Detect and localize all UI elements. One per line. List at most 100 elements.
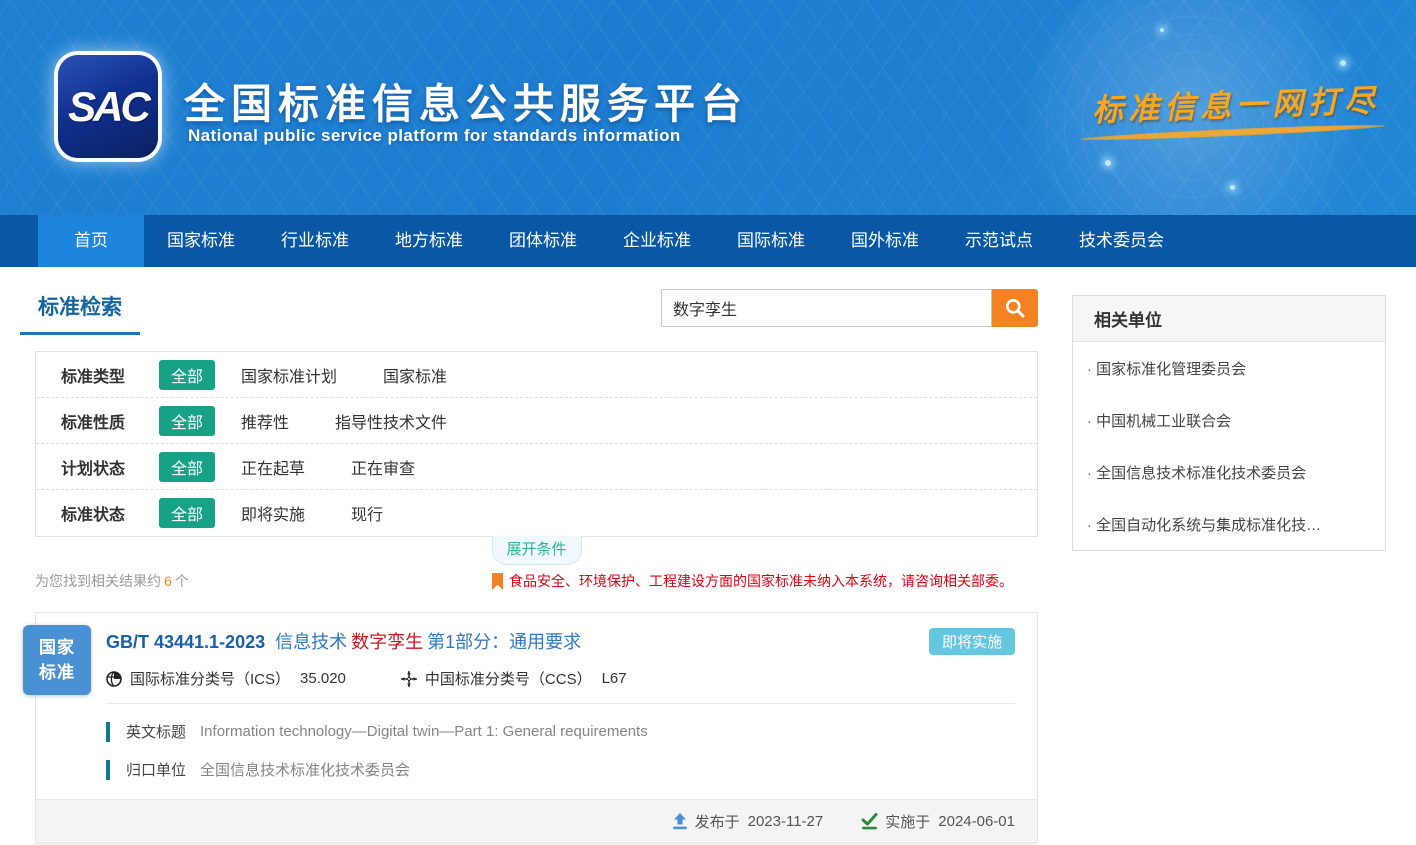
nav-technical-committee[interactable]: 技术委员会 bbox=[1056, 215, 1187, 267]
search-input[interactable] bbox=[661, 289, 992, 327]
sac-logo-text: SAC bbox=[68, 83, 148, 131]
standard-code-link[interactable]: GB/T 43441.1-2023 bbox=[106, 632, 265, 652]
system-notice: 食品安全、环境保护、工程建设方面的国家标准未纳入本系统，请咨询相关部委。 bbox=[492, 571, 1013, 591]
filter-label: 标准性质 bbox=[61, 409, 159, 433]
result-count-prefix: 为您找到相关结果约 bbox=[35, 573, 161, 589]
deco-dot bbox=[1105, 160, 1111, 166]
filter-option[interactable]: 国家标准 bbox=[383, 363, 447, 387]
filter-label: 计划状态 bbox=[61, 455, 159, 479]
filter-label: 标准类型 bbox=[61, 363, 159, 387]
sac-logo[interactable]: SAC bbox=[58, 55, 158, 158]
implement-date: 2024-06-01 bbox=[938, 813, 1015, 830]
filter-option[interactable]: 国家标准计划 bbox=[241, 363, 337, 387]
nav-international-standards[interactable]: 国际标准 bbox=[714, 215, 828, 267]
department-row: 归口单位 全国信息技术标准化技术委员会 bbox=[106, 759, 1015, 780]
search-button[interactable] bbox=[992, 289, 1038, 327]
filter-all-button[interactable]: 全部 bbox=[159, 360, 215, 390]
page-content: 标准检索 标准类型 全部 国家标准计划 国家标准 标准性质 全部 bbox=[0, 267, 1416, 844]
deco-dot bbox=[1340, 60, 1346, 66]
side-column: 相关单位 国家标准化管理委员会 中国机械工业联合会 全国信息技术标准化技术委员会… bbox=[1072, 285, 1386, 844]
department-value: 全国信息技术标准化技术委员会 bbox=[200, 759, 410, 780]
related-unit-link[interactable]: 国家标准化管理委员会 bbox=[1073, 342, 1385, 394]
teal-bar bbox=[106, 722, 110, 742]
standard-result-card: 国家 标准 GB/T 43441.1-2023 信息技术数字孪生第1部分：通用要求… bbox=[35, 612, 1038, 844]
nav-national-standards[interactable]: 国家标准 bbox=[144, 215, 258, 267]
expand-conditions-button[interactable]: 展开条件 bbox=[492, 536, 582, 565]
related-units-title: 相关单位 bbox=[1073, 296, 1385, 342]
publish-date-item: 发布于 2023-11-27 bbox=[672, 811, 824, 832]
page-title: 标准检索 bbox=[20, 285, 140, 335]
english-title-value: Information technology—Digital twin—Part… bbox=[200, 723, 648, 740]
status-badge: 即将实施 bbox=[929, 628, 1015, 655]
related-unit-link[interactable]: 中国机械工业联合会 bbox=[1073, 394, 1385, 446]
card-footer: 发布于 2023-11-27 实施于 2024-06-01 bbox=[36, 799, 1037, 843]
bookmark-icon bbox=[492, 573, 503, 590]
nav-pilot[interactable]: 示范试点 bbox=[942, 215, 1056, 267]
site-subtitle: National public service platform for sta… bbox=[188, 126, 681, 146]
globe-icon bbox=[106, 671, 130, 687]
ics-label: 国际标准分类号（ICS） bbox=[130, 668, 290, 689]
filter-all-button[interactable]: 全部 bbox=[159, 452, 215, 482]
filter-row-standard-type: 标准类型 全部 国家标准计划 国家标准 bbox=[36, 352, 1037, 398]
main-column: 标准检索 标准类型 全部 国家标准计划 国家标准 标准性质 全部 bbox=[35, 285, 1038, 844]
department-label: 归口单位 bbox=[126, 759, 186, 780]
deco-dot bbox=[1160, 28, 1164, 32]
nav-enterprise-standards[interactable]: 企业标准 bbox=[600, 215, 714, 267]
filter-option[interactable]: 正在起草 bbox=[241, 455, 305, 479]
card-main: GB/T 43441.1-2023信息技术数字孪生第1部分：通用要求 即将实施 … bbox=[36, 613, 1037, 780]
filter-row-standard-status: 标准状态 全部 即将实施 现行 bbox=[36, 490, 1037, 536]
ccs-value: L67 bbox=[602, 670, 627, 687]
filter-all-button[interactable]: 全部 bbox=[159, 498, 215, 528]
ics-value: 35.020 bbox=[300, 670, 346, 687]
publish-date: 2023-11-27 bbox=[748, 813, 824, 830]
implement-date-item: 实施于 2024-06-01 bbox=[861, 811, 1015, 832]
main-nav: 首页 国家标准 行业标准 地方标准 团体标准 企业标准 国际标准 国外标准 示范… bbox=[0, 215, 1416, 267]
ics-item: 国际标准分类号（ICS） 35.020 bbox=[106, 668, 346, 689]
filter-row-plan-status: 计划状态 全部 正在起草 正在审查 bbox=[36, 444, 1037, 490]
title-part1: 信息技术 bbox=[275, 632, 347, 652]
result-count: 为您找到相关结果约6个 bbox=[35, 571, 189, 591]
related-units-panel: 相关单位 国家标准化管理委员会 中国机械工业联合会 全国信息技术标准化技术委员会… bbox=[1072, 295, 1386, 551]
implement-label: 实施于 bbox=[885, 811, 930, 832]
filter-option[interactable]: 正在审查 bbox=[351, 455, 415, 479]
card-title-row: GB/T 43441.1-2023 信息技术数字孪生第1部分：通用要求 即将实施 bbox=[106, 628, 1015, 655]
badge-line2: 标准 bbox=[39, 660, 75, 685]
teal-bar bbox=[106, 760, 110, 780]
filter-option[interactable]: 推荐性 bbox=[241, 409, 289, 433]
site-header: SAC 全国标准信息公共服务平台 National public service… bbox=[0, 0, 1416, 215]
ccs-item: 中国标准分类号（CCS） L67 bbox=[401, 668, 627, 689]
filter-option[interactable]: 现行 bbox=[351, 501, 383, 525]
site-title: 全国标准信息公共服务平台 bbox=[184, 70, 748, 130]
result-count-suffix: 个 bbox=[175, 573, 189, 589]
filter-option[interactable]: 指导性技术文件 bbox=[335, 409, 447, 433]
filter-panel: 标准类型 全部 国家标准计划 国家标准 标准性质 全部 推荐性 指导性技术文件 … bbox=[35, 351, 1038, 537]
nav-home[interactable]: 首页 bbox=[38, 215, 144, 267]
nav-group-standards[interactable]: 团体标准 bbox=[486, 215, 600, 267]
standard-type-badge: 国家 标准 bbox=[23, 625, 91, 695]
title-part2: 第1部分：通用要求 bbox=[427, 632, 581, 652]
ccs-label: 中国标准分类号（CCS） bbox=[425, 668, 592, 689]
search-box bbox=[661, 289, 1038, 327]
filter-option[interactable]: 即将实施 bbox=[241, 501, 305, 525]
expand-wrap: 展开条件 bbox=[35, 537, 1038, 565]
nav-foreign-standards[interactable]: 国外标准 bbox=[828, 215, 942, 267]
search-icon bbox=[1004, 297, 1026, 319]
filter-label: 标准状态 bbox=[61, 501, 159, 525]
related-unit-link[interactable]: 全国自动化系统与集成标准化技… bbox=[1073, 498, 1385, 550]
filter-all-button[interactable]: 全部 bbox=[159, 406, 215, 436]
publish-icon bbox=[672, 813, 695, 830]
card-divider bbox=[106, 703, 1015, 704]
classification-row: 国际标准分类号（ICS） 35.020 中国标准分类号（CCS） L67 bbox=[106, 668, 1015, 689]
badge-line1: 国家 bbox=[39, 635, 75, 660]
english-title-row: 英文标题 Information technology—Digital twin… bbox=[106, 721, 1015, 742]
standard-title[interactable]: GB/T 43441.1-2023 信息技术数字孪生第1部分：通用要求 bbox=[106, 628, 581, 654]
compass-icon bbox=[401, 671, 425, 687]
related-unit-link[interactable]: 全国信息技术标准化技术委员会 bbox=[1073, 446, 1385, 498]
filter-row-standard-nature: 标准性质 全部 推荐性 指导性技术文件 bbox=[36, 398, 1037, 444]
notice-text: 食品安全、环境保护、工程建设方面的国家标准未纳入本系统，请咨询相关部委。 bbox=[509, 571, 1013, 591]
deco-dot bbox=[1230, 185, 1235, 190]
nav-industry-standards[interactable]: 行业标准 bbox=[258, 215, 372, 267]
results-summary: 为您找到相关结果约6个 食品安全、环境保护、工程建设方面的国家标准未纳入本系统，… bbox=[35, 571, 1038, 591]
nav-local-standards[interactable]: 地方标准 bbox=[372, 215, 486, 267]
title-highlight: 数字孪生 bbox=[351, 632, 423, 652]
